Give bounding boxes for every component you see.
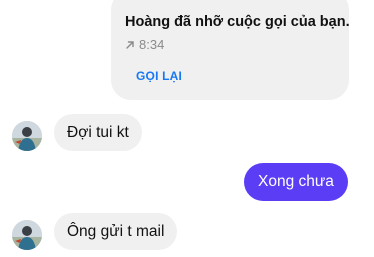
- call-back-button[interactable]: GỌI LẠI: [136, 69, 182, 83]
- message-bubble-incoming[interactable]: Ông gửi t mail: [54, 213, 178, 250]
- avatar[interactable]: [12, 121, 42, 151]
- message-bubble-incoming[interactable]: Đợi tui kt: [54, 114, 142, 151]
- missed-call-meta: 8:34: [125, 37, 164, 52]
- chat-thread: Hoàng đã nhỡ cuộc gọi của bạn. 8:34 GỌI …: [0, 0, 374, 257]
- avatar[interactable]: [12, 220, 42, 250]
- message-bubble-outgoing[interactable]: Xong chưa: [244, 163, 348, 201]
- missed-call-time: 8:34: [139, 37, 165, 52]
- missed-call-card: Hoàng đã nhỡ cuộc gọi của bạn. 8:34 GỌI …: [111, 0, 350, 100]
- arrow-up-right-icon: [125, 40, 135, 50]
- missed-call-title: Hoàng đã nhỡ cuộc gọi của bạn.: [125, 14, 350, 30]
